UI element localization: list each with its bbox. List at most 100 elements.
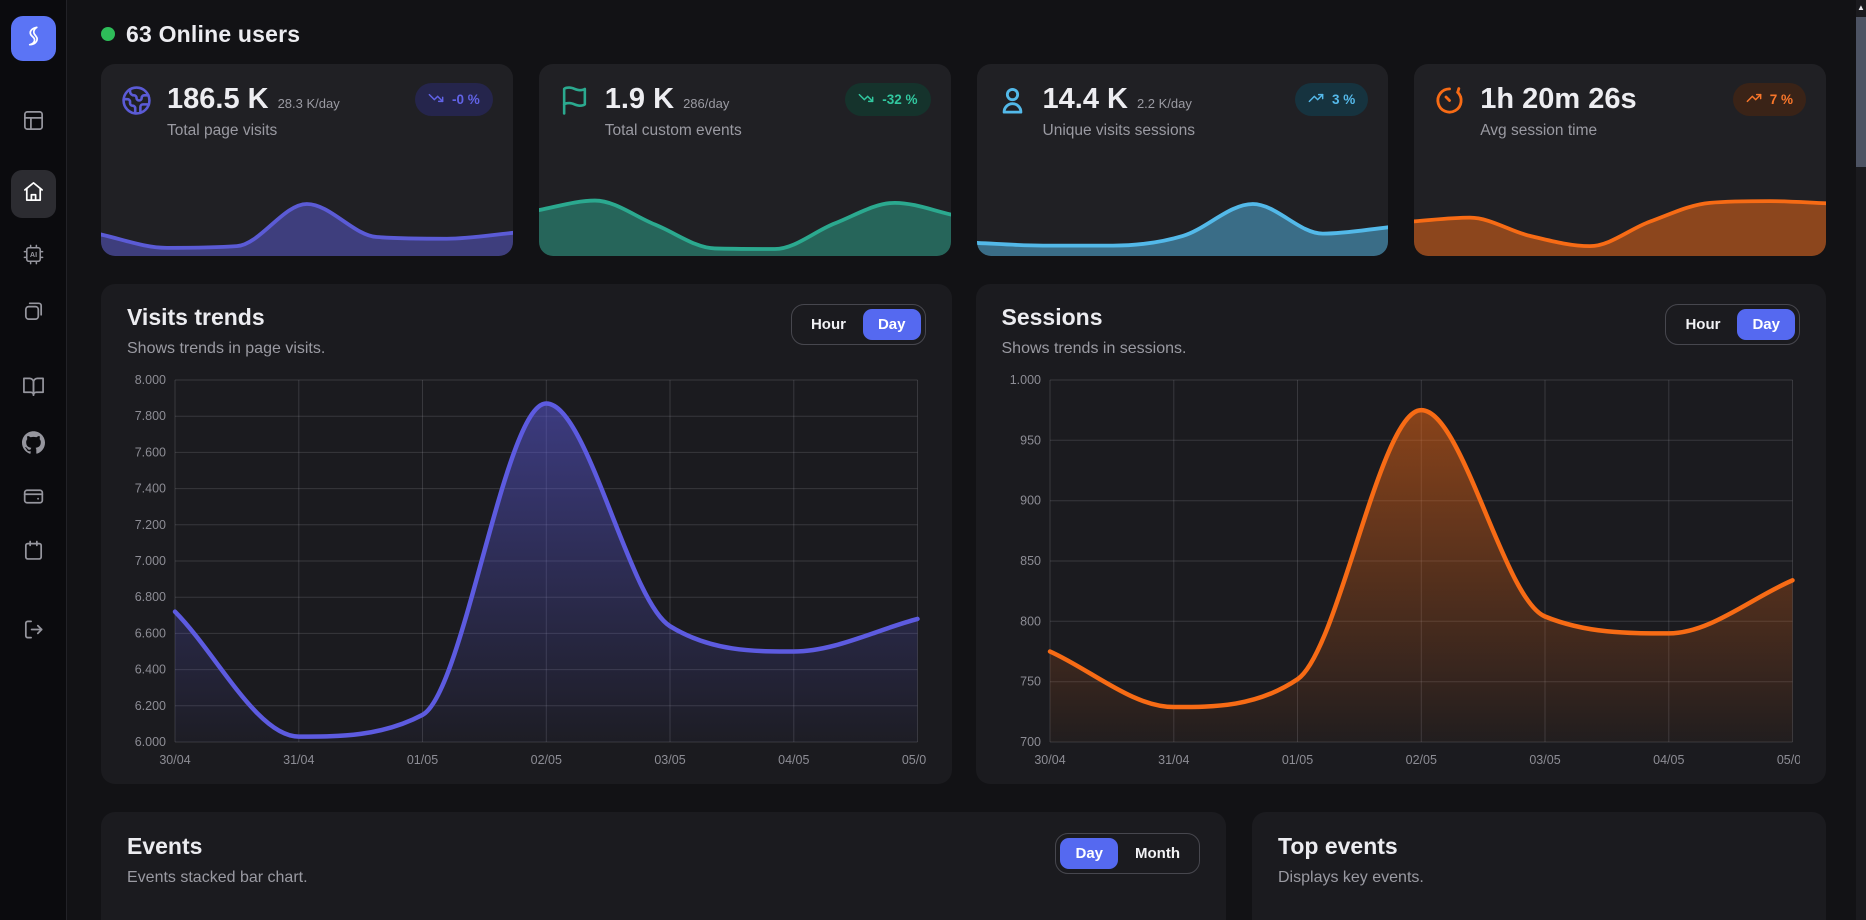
hour-day-toggle: Hour Day (791, 304, 926, 345)
trending-up-icon (1746, 90, 1762, 109)
toggle-month-button[interactable]: Month (1120, 838, 1195, 869)
chart-title: Sessions (1002, 304, 1187, 331)
svg-text:7.200: 7.200 (135, 518, 166, 532)
svg-text:950: 950 (1020, 433, 1041, 447)
svg-text:900: 900 (1020, 494, 1041, 508)
trend-badge-text: -32 % (882, 92, 917, 107)
logout-icon (22, 618, 45, 646)
svg-text:7.800: 7.800 (135, 409, 166, 423)
scrollbar-thumb[interactable] (1856, 17, 1866, 167)
panels-layout-icon (22, 109, 45, 137)
svg-text:31/04: 31/04 (1158, 753, 1189, 767)
trending-down-icon (858, 90, 874, 109)
trend-badge: 3 % (1295, 83, 1368, 116)
toggle-hour-button[interactable]: Hour (796, 309, 861, 340)
sessions-chart: 1.00095090085080075070030/0431/0401/0502… (1002, 368, 1801, 772)
sidebar-item-home[interactable] (11, 170, 56, 218)
trend-badge: -0 % (415, 83, 493, 116)
ai-chip-icon: AI (22, 243, 45, 271)
svg-text:7.600: 7.600 (135, 445, 166, 459)
main-content: 63 Online users (68, 0, 1856, 920)
sessions-card: Sessions Shows trends in sessions. Hour … (976, 284, 1827, 784)
trend-badge-text: -0 % (452, 92, 480, 107)
visits-trends-chart: 8.0007.8007.6007.4007.2007.0006.8006.600… (127, 368, 926, 772)
svg-text:7.000: 7.000 (135, 554, 166, 568)
svg-text:800: 800 (1020, 614, 1041, 628)
stat-value: 186.5 K (167, 83, 269, 116)
svg-text:01/05: 01/05 (407, 753, 438, 767)
toggle-hour-button[interactable]: Hour (1670, 309, 1735, 340)
svg-text:1.000: 1.000 (1009, 373, 1040, 387)
calendar-icon (22, 539, 45, 567)
stat-card-row: 186.5 K 28.3 K/day Total page visits -0 … (101, 64, 1826, 256)
sidebar-item-pages[interactable] (11, 292, 56, 334)
stat-label: Total page visits (167, 122, 340, 140)
visits-trends-card: Visits trends Shows trends in page visit… (101, 284, 952, 784)
stat-card-unique-sessions: 14.4 K 2.2 K/day Unique visits sessions … (977, 64, 1389, 256)
wallet-icon (22, 485, 45, 513)
svg-text:700: 700 (1020, 735, 1041, 749)
sidebar-item-calendar[interactable] (11, 532, 56, 574)
timer-icon (1434, 85, 1465, 116)
svg-text:750: 750 (1020, 675, 1041, 689)
toggle-day-button[interactable]: Day (1060, 838, 1118, 869)
trending-up-icon (1308, 90, 1324, 109)
sidebar: AI (0, 0, 67, 920)
svg-text:01/05: 01/05 (1281, 753, 1312, 767)
sparkline-avg-session (1414, 190, 1826, 256)
svg-text:6.400: 6.400 (135, 663, 166, 677)
sparkline-custom-events (539, 190, 951, 256)
user-icon (997, 85, 1028, 116)
sidebar-item-dashboard[interactable] (11, 102, 56, 144)
svg-text:850: 850 (1020, 554, 1041, 568)
app-logo[interactable] (11, 16, 56, 61)
svg-text:05/05: 05/05 (902, 753, 926, 767)
top-events-subtitle: Displays key events. (1278, 869, 1800, 887)
svg-text:03/05: 03/05 (654, 753, 685, 767)
book-open-icon (22, 375, 45, 403)
svg-text:6.000: 6.000 (135, 735, 166, 749)
svg-text:8.000: 8.000 (135, 373, 166, 387)
globe-icon (121, 85, 152, 116)
app-root: AI (0, 0, 1866, 920)
stat-card-page-visits: 186.5 K 28.3 K/day Total page visits -0 … (101, 64, 513, 256)
bottom-row: Events Events stacked bar chart. Day Mon… (101, 812, 1826, 920)
sidebar-item-github[interactable] (11, 424, 56, 466)
stat-label: Total custom events (605, 122, 742, 140)
svg-text:02/05: 02/05 (1405, 753, 1436, 767)
sidebar-item-logout[interactable] (11, 611, 56, 653)
stat-label: Avg session time (1480, 122, 1645, 140)
stat-card-custom-events: 1.9 K 286/day Total custom events -32 % (539, 64, 951, 256)
svg-text:03/05: 03/05 (1529, 753, 1560, 767)
chart-title: Visits trends (127, 304, 325, 331)
top-events-card: Top events Displays key events. (1252, 812, 1826, 920)
stat-value: 14.4 K (1043, 83, 1128, 116)
trending-down-icon (428, 90, 444, 109)
svg-text:6.200: 6.200 (135, 699, 166, 713)
stat-value: 1.9 K (605, 83, 674, 116)
sidebar-item-ai[interactable]: AI (11, 236, 56, 278)
home-icon (22, 180, 45, 208)
stat-per-day: 286/day (683, 96, 729, 111)
toggle-day-button[interactable]: Day (863, 309, 921, 340)
svg-text:04/05: 04/05 (778, 753, 809, 767)
day-month-toggle: Day Month (1055, 833, 1200, 874)
svg-text:30/04: 30/04 (159, 753, 190, 767)
svg-text:05/05: 05/05 (1776, 753, 1800, 767)
trend-badge: -32 % (845, 83, 930, 116)
sparkline-page-visits (101, 190, 513, 256)
github-icon (22, 431, 45, 459)
stat-per-day: 28.3 K/day (278, 96, 340, 111)
chart-subtitle: Shows trends in page visits. (127, 340, 325, 358)
trend-badge: 7 % (1733, 83, 1806, 116)
stat-per-day: 2.2 K/day (1137, 96, 1192, 111)
vertical-scrollbar[interactable]: ▲ (1856, 0, 1866, 920)
scroll-up-arrow-icon[interactable]: ▲ (1856, 0, 1866, 14)
hour-day-toggle: Hour Day (1665, 304, 1800, 345)
svg-text:31/04: 31/04 (283, 753, 314, 767)
sidebar-item-billing[interactable] (11, 478, 56, 520)
stat-label: Unique visits sessions (1043, 122, 1195, 140)
toggle-day-button[interactable]: Day (1737, 309, 1795, 340)
events-card: Events Events stacked bar chart. Day Mon… (101, 812, 1226, 920)
sidebar-item-docs[interactable] (11, 368, 56, 410)
